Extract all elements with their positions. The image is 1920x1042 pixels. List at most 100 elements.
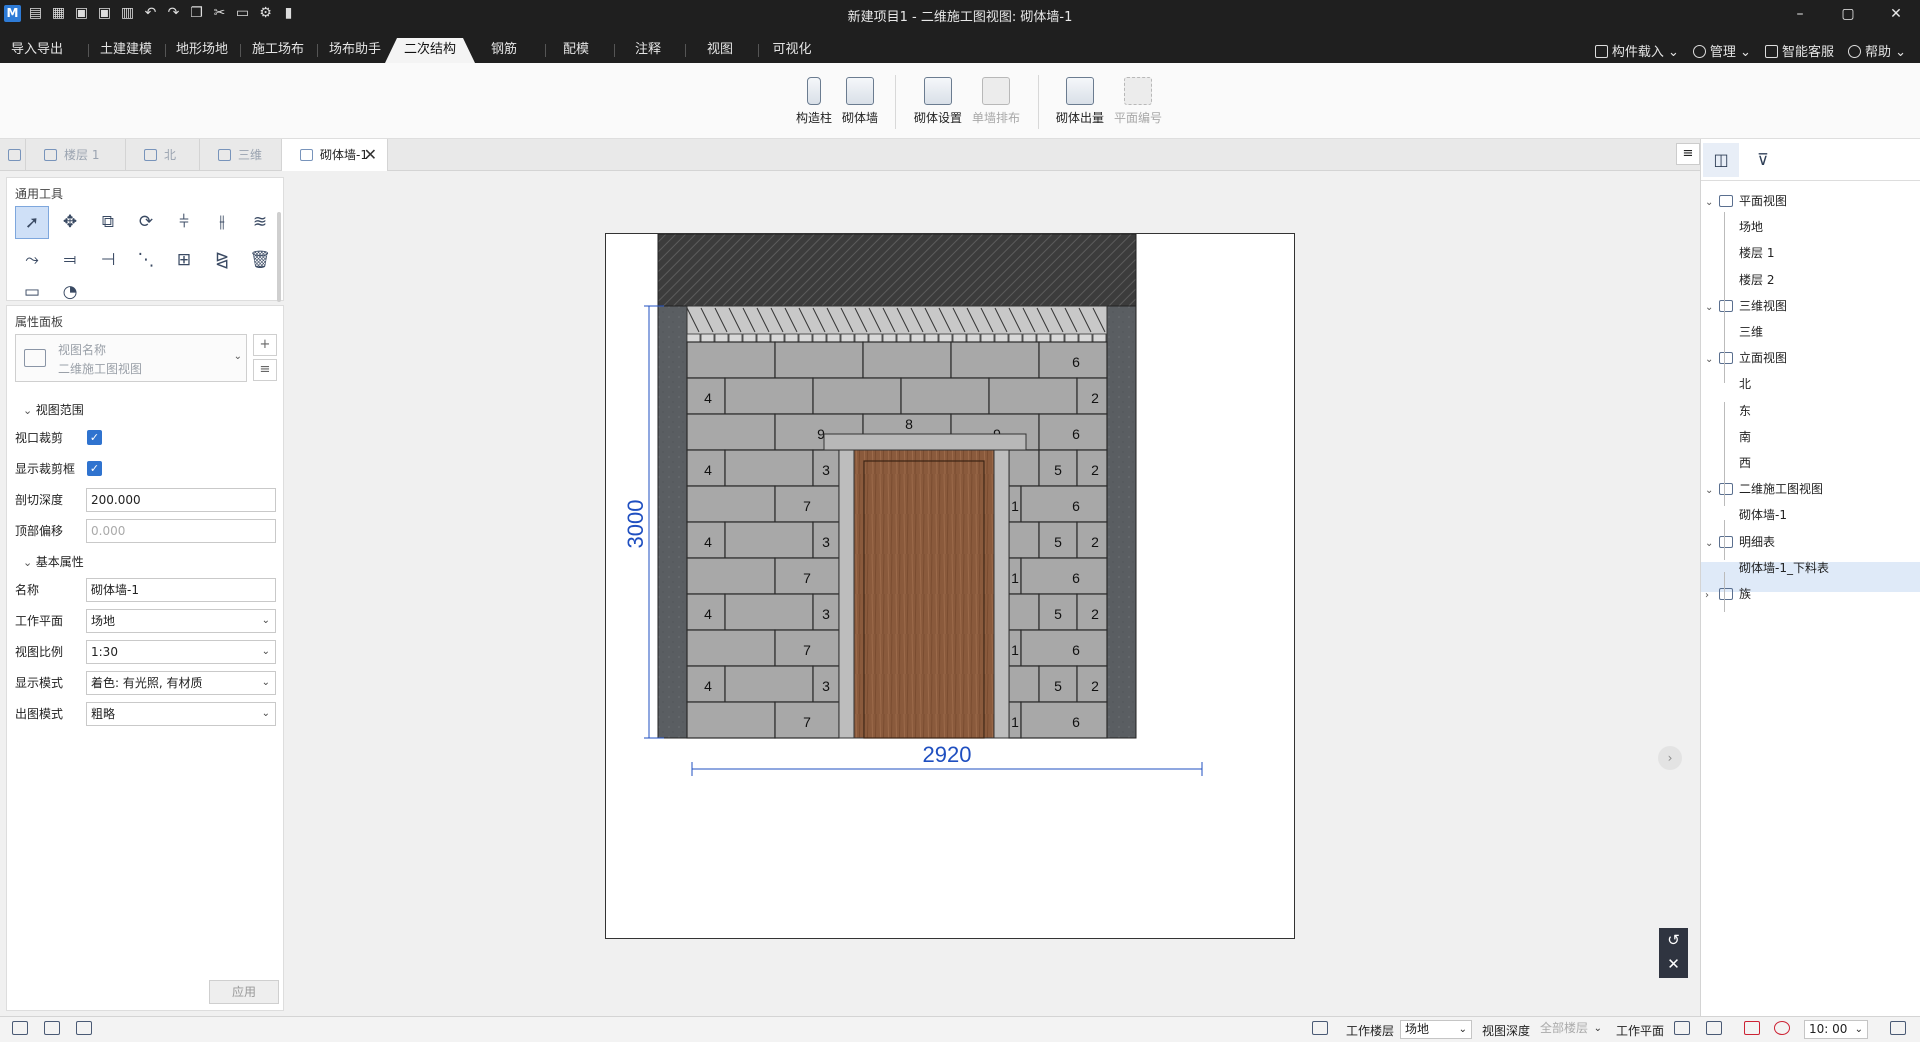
section-basic[interactable]: 基本属性: [23, 553, 84, 570]
filter-icon[interactable]: ⊽: [1745, 143, 1781, 177]
offset-tool-icon[interactable]: ⤳: [15, 244, 49, 277]
minimize-button[interactable]: –: [1776, 0, 1824, 28]
tree-item[interactable]: 场地: [1739, 217, 1763, 237]
extend-tool-icon[interactable]: ≋: [243, 206, 277, 239]
browser-panel-icon[interactable]: ◫: [1703, 143, 1739, 177]
measure-tool-icon[interactable]: ▭: [15, 282, 49, 302]
tab-import-export[interactable]: 导入导出: [0, 38, 74, 63]
view-list-button[interactable]: ≡: [253, 359, 277, 381]
chevron-icon[interactable]: ⌄: [1705, 193, 1719, 213]
tab-rebar[interactable]: 钢筋: [476, 38, 532, 63]
crop-checkbox[interactable]: ✓: [87, 430, 102, 445]
rotate-tool-icon[interactable]: ⟳: [129, 206, 163, 239]
visibility-icon[interactable]: [1744, 1021, 1760, 1035]
layout-single-icon[interactable]: [12, 1021, 28, 1035]
tree-group[interactable]: › 族: [1705, 584, 1751, 604]
tree-item[interactable]: 北: [1739, 374, 1751, 394]
array-tool-icon[interactable]: ⊞: [167, 244, 201, 277]
tab-annotation[interactable]: 注释: [620, 38, 676, 63]
tree-item[interactable]: 砌体墙-1_下料表: [1739, 558, 1829, 578]
view-switch-icon[interactable]: [0, 139, 26, 171]
manage-menu[interactable]: 管理 ⌄: [1692, 41, 1751, 60]
doc-tab-north[interactable]: 北: [126, 139, 200, 171]
work-plane-select[interactable]: 场地 ⌄: [86, 609, 276, 633]
display-mode-select[interactable]: 着色: 有光照, 有材质 ⌄: [86, 671, 276, 695]
layout-multi-icon[interactable]: [76, 1021, 92, 1035]
reset-view-icon[interactable]: ↺: [1659, 928, 1688, 952]
name-input[interactable]: 砌体墙-1: [86, 578, 276, 602]
work-plane-icon[interactable]: [1674, 1021, 1690, 1035]
masonry-quantity-button[interactable]: 砌体出量: [1052, 77, 1108, 126]
copy-tool-icon[interactable]: ⧉: [91, 206, 125, 239]
split-tool-icon[interactable]: ⫲: [205, 206, 239, 239]
tree-group[interactable]: ⌄ 三维视图: [1705, 296, 1787, 316]
tree-item[interactable]: 楼层 2: [1739, 270, 1774, 290]
help-menu[interactable]: 帮助 ⌄: [1847, 41, 1906, 60]
tree-group[interactable]: ⌄ 立面视图: [1705, 348, 1787, 368]
tree-item[interactable]: 西: [1739, 453, 1751, 473]
tabs-menu-button[interactable]: ≡: [1676, 143, 1700, 165]
chevron-icon[interactable]: ⌄: [1705, 298, 1719, 318]
align-tool-icon[interactable]: ⫤: [53, 244, 87, 277]
masonry-settings-button[interactable]: 砌体设置: [910, 77, 966, 126]
tab-terrain[interactable]: 地形场地: [167, 38, 237, 63]
delete-tool-icon[interactable]: 🗑: [243, 244, 277, 277]
section-view-range[interactable]: 视图范围: [23, 401, 84, 418]
view-type-selector[interactable]: 视图名称 二维施工图视图 ⌄: [15, 334, 247, 382]
chevron-icon[interactable]: ⌄: [1705, 350, 1719, 370]
time-select[interactable]: 10: 00 ⌄: [1804, 1020, 1868, 1039]
tree-group[interactable]: ⌄ 平面视图: [1705, 191, 1787, 211]
tab-civil-modeling[interactable]: 土建建模: [90, 38, 162, 63]
maximize-button[interactable]: ▢: [1824, 0, 1872, 28]
close-nav-icon[interactable]: ✕: [1659, 952, 1688, 976]
tab-site-assistant[interactable]: 场布助手: [319, 38, 391, 63]
close-button[interactable]: ✕: [1872, 0, 1920, 28]
chevron-icon[interactable]: ⌄: [1705, 534, 1719, 554]
top-offset-input[interactable]: 0.000: [86, 519, 276, 543]
crop-box-checkbox[interactable]: ✓: [87, 461, 102, 476]
sun-icon[interactable]: [1774, 1021, 1790, 1035]
cut-depth-input[interactable]: 200.000: [86, 488, 276, 512]
tab-secondary-structure[interactable]: 二次结构: [385, 38, 475, 63]
plan-numbering-button[interactable]: 平面编号: [1110, 77, 1166, 126]
snap-icon[interactable]: [1706, 1021, 1722, 1035]
output-mode-select[interactable]: 粗略 ⌄: [86, 702, 276, 726]
tree-item[interactable]: 三维: [1739, 322, 1763, 342]
doc-tab-masonry-wall[interactable]: 砌体墙-1 ✕: [282, 139, 388, 171]
smart-support-menu[interactable]: 智能客服: [1764, 41, 1834, 60]
tree-item[interactable]: 东: [1739, 401, 1751, 421]
tab-visualization[interactable]: 可视化: [762, 38, 822, 63]
mirror-tool-icon[interactable]: ⧎: [205, 244, 239, 277]
masonry-wall-button[interactable]: 砌体墙: [838, 77, 882, 126]
expand-panel-button[interactable]: ›: [1658, 746, 1682, 770]
angle-tool-icon[interactable]: ◔: [53, 282, 87, 302]
tab-formwork[interactable]: 配模: [548, 38, 604, 63]
trim-tool-icon[interactable]: ⫩: [167, 206, 201, 239]
doc-tab-3d[interactable]: 三维: [200, 139, 282, 171]
tree-item[interactable]: 砌体墙-1: [1739, 505, 1787, 525]
break-tool-icon[interactable]: ⊣: [91, 244, 125, 277]
chevron-icon[interactable]: ›: [1705, 586, 1719, 606]
chevron-icon[interactable]: ⌄: [1705, 481, 1719, 501]
tab-site-layout[interactable]: 施工场布: [242, 38, 314, 63]
scale-select[interactable]: 1:30 ⌄: [86, 640, 276, 664]
tree-group[interactable]: ⌄ 明细表: [1705, 532, 1775, 552]
move-tool-icon[interactable]: ✥: [53, 206, 87, 239]
tree-item[interactable]: 楼层 1: [1739, 243, 1774, 263]
add-view-button[interactable]: +: [253, 334, 277, 356]
view-depth-select[interactable]: 全部楼层 ⌄: [1536, 1020, 1606, 1039]
close-tab-icon[interactable]: ✕: [364, 139, 377, 171]
connect-tool-icon[interactable]: ⋱: [129, 244, 163, 277]
tab-view[interactable]: 视图: [690, 38, 750, 63]
layout-grid-icon[interactable]: [44, 1021, 60, 1035]
zoom-fit-icon[interactable]: [1312, 1021, 1328, 1035]
nav-control[interactable]: ↺ ✕: [1659, 928, 1688, 978]
tree-item[interactable]: 南: [1739, 427, 1751, 447]
select-tool-icon[interactable]: ➚: [15, 206, 49, 239]
cube-icon[interactable]: [1890, 1021, 1906, 1035]
apply-button[interactable]: 应用: [209, 980, 279, 1004]
doc-tab-floor1[interactable]: 楼层 1: [26, 139, 126, 171]
construct-column-button[interactable]: 构造柱: [794, 77, 834, 126]
tools-scrollbar[interactable]: [277, 212, 281, 302]
single-wall-layout-button[interactable]: 单墙排布: [968, 77, 1024, 126]
